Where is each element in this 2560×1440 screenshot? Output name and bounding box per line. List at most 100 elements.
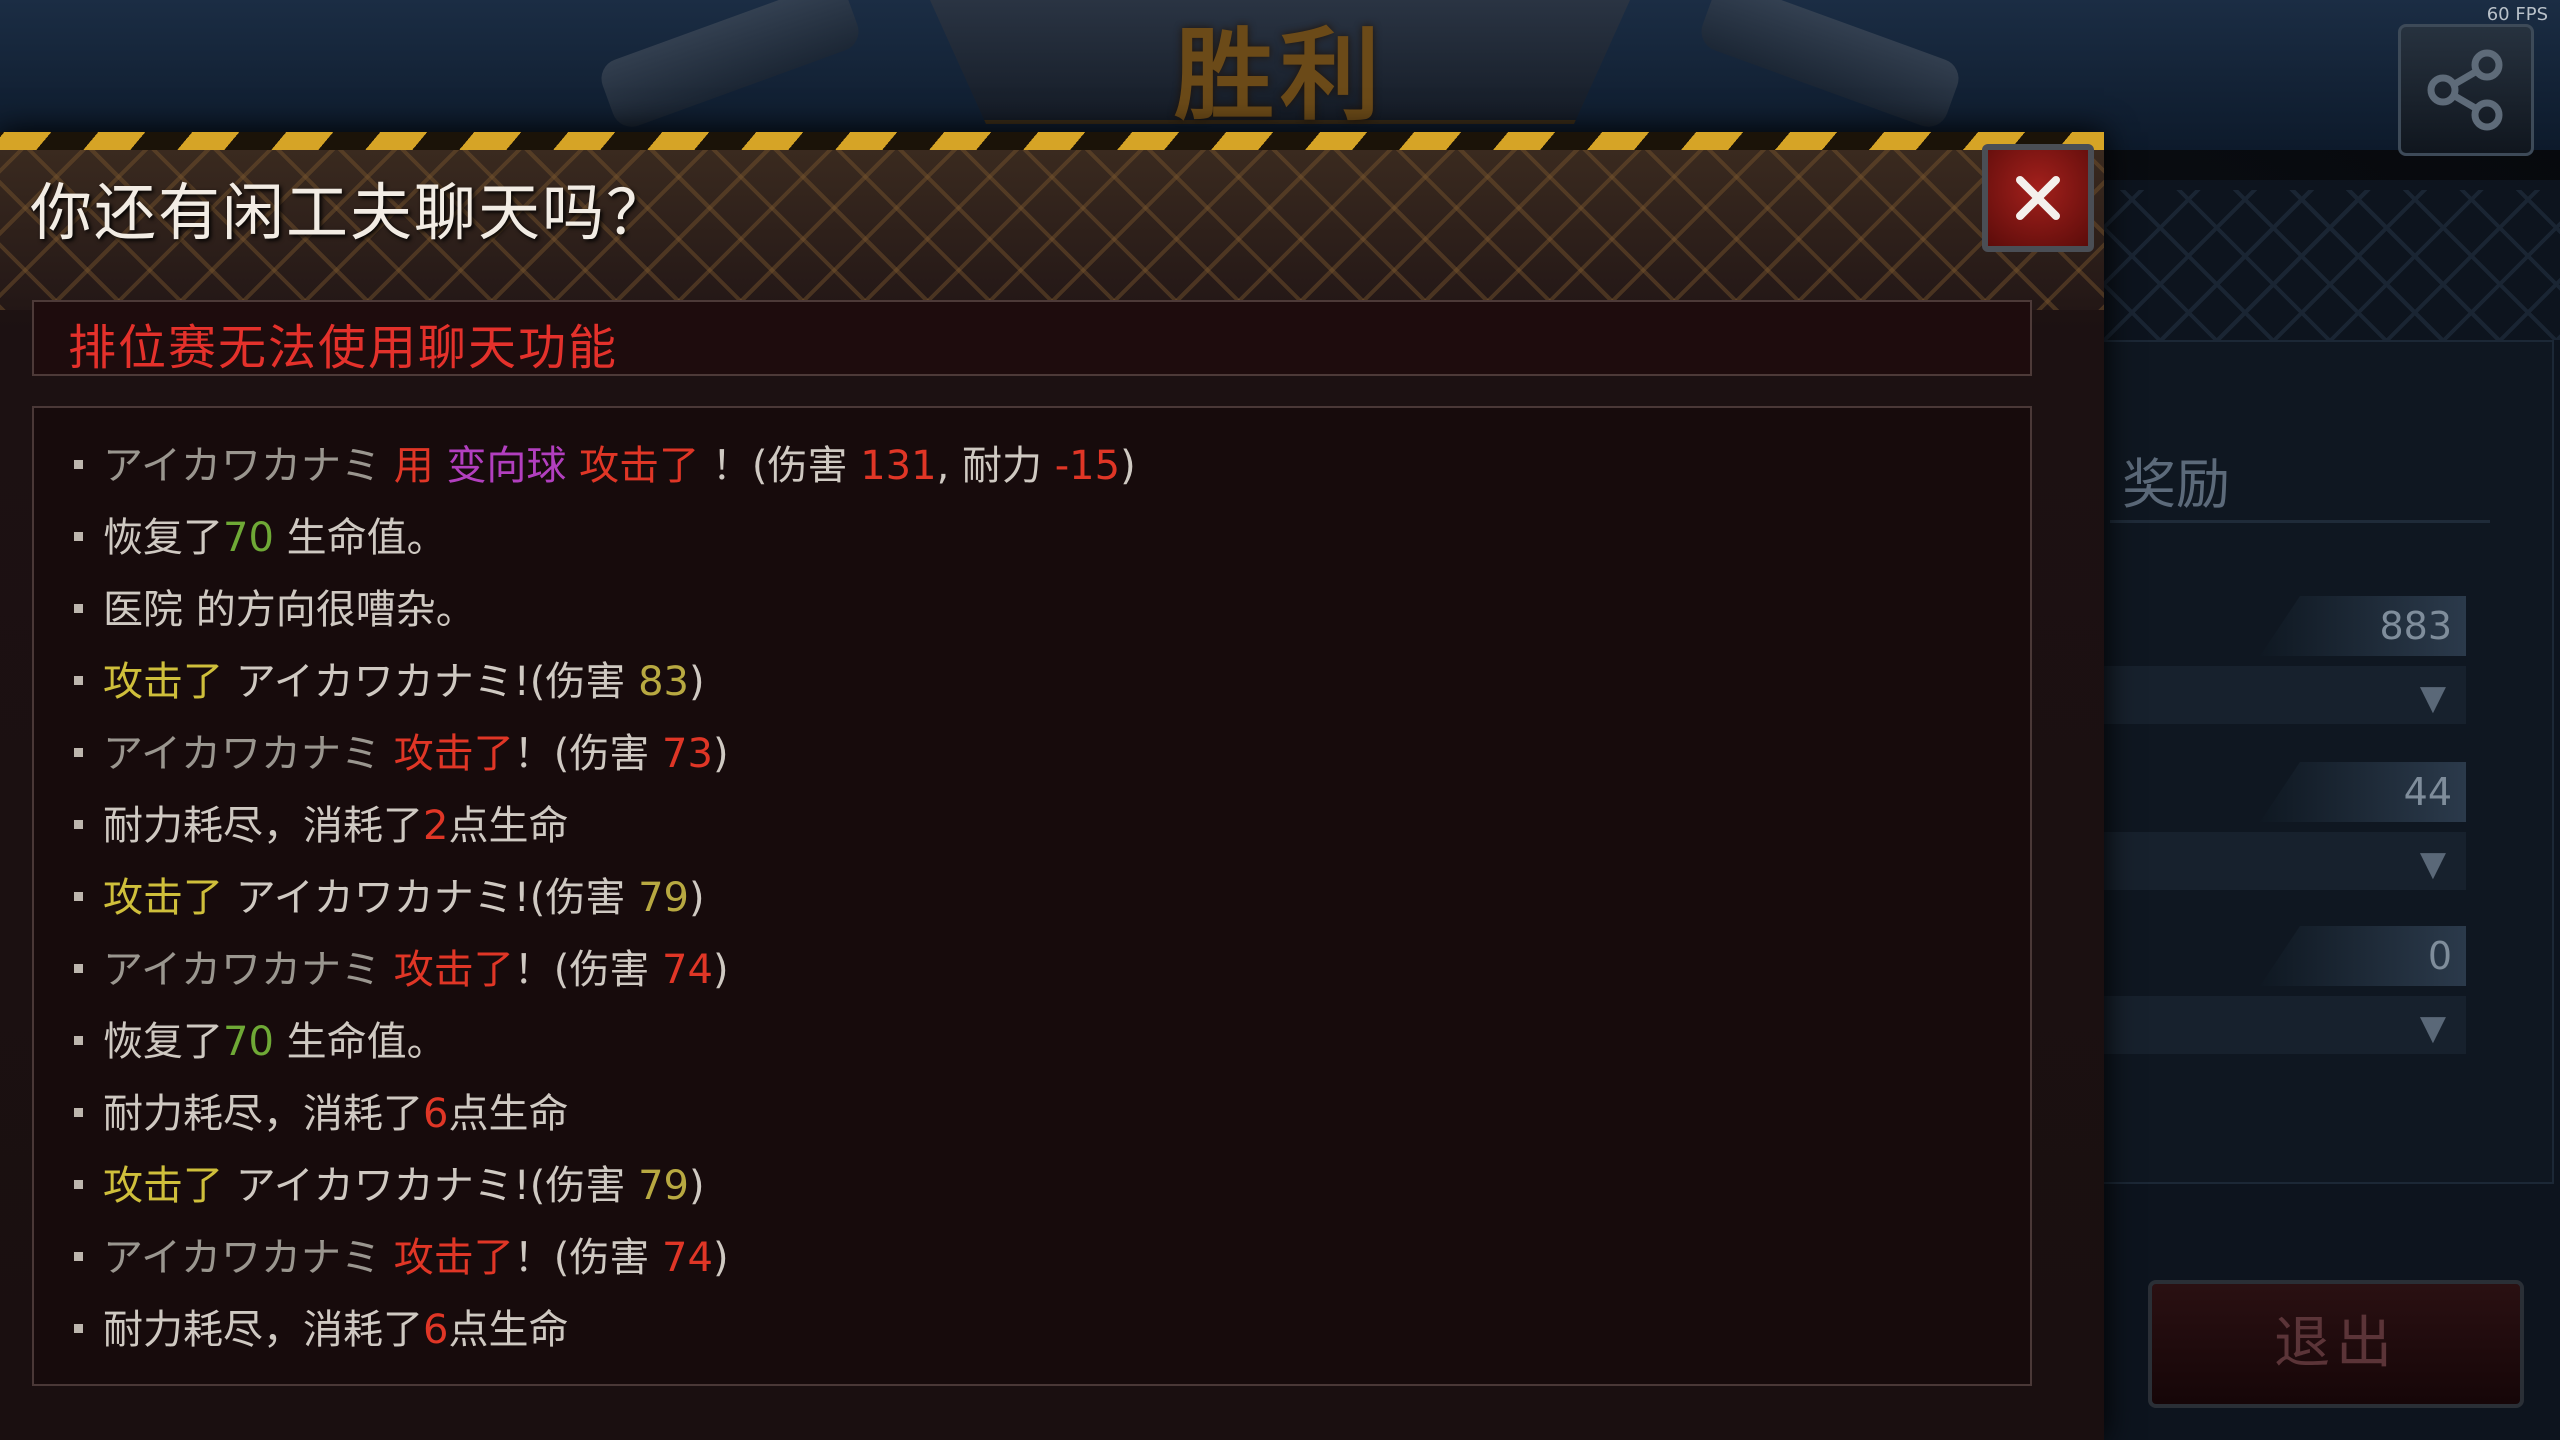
chat-modal: 你还有闲工夫聊天吗？ 排位赛无法使用聊天功能 アイカワカナミ 用 变向球 攻击了… bbox=[0, 132, 2104, 1440]
log-text: アイカワカナミ bbox=[103, 731, 381, 777]
log-line: 耐力耗尽，消耗了2点生命 bbox=[74, 790, 1136, 862]
bullet-icon bbox=[74, 1107, 83, 1117]
log-text: ！(伤害 bbox=[513, 1235, 663, 1281]
log-text: アイカワカナミ!(伤害 bbox=[223, 875, 639, 921]
log-text: 用 bbox=[393, 443, 447, 489]
log-text: 耐力耗尽，消耗了 bbox=[103, 1307, 423, 1353]
log-text: 攻击了 bbox=[103, 659, 223, 705]
log-text: 79 bbox=[638, 875, 689, 921]
log-text: ) bbox=[712, 1235, 729, 1281]
bullet-icon bbox=[74, 531, 83, 541]
log-line: 攻击了 アイカワカナミ!(伤害 79) bbox=[74, 1150, 1136, 1222]
log-text: 点生命 bbox=[448, 1091, 569, 1137]
log-text: 生命值。 bbox=[273, 1019, 447, 1065]
bullet-icon bbox=[74, 675, 83, 685]
log-line: 攻击了 アイカワカナミ!(伤害 83) bbox=[74, 646, 1136, 718]
modal-title: 你还有闲工夫聊天吗？ bbox=[30, 176, 671, 249]
log-line: 医院 的方向很嘈杂。 bbox=[74, 574, 1136, 646]
close-button[interactable] bbox=[1982, 144, 2094, 252]
log-text: -15 bbox=[1054, 443, 1121, 489]
bullet-icon bbox=[74, 1323, 83, 1333]
chat-disabled-notice: 排位赛无法使用聊天功能 bbox=[32, 300, 2032, 376]
bullet-icon bbox=[74, 1251, 83, 1261]
log-text: , 耐力 bbox=[936, 443, 1055, 489]
log-text: ) bbox=[688, 1163, 705, 1209]
log-text: 医院 的方向很嘈杂。 bbox=[103, 587, 476, 633]
log-line: 耐力耗尽，消耗了6点生命 bbox=[74, 1078, 1136, 1150]
exit-button[interactable]: 退出 bbox=[2148, 1280, 2524, 1408]
victory-title: 胜利 bbox=[1174, 16, 1386, 134]
bullet-icon bbox=[74, 603, 83, 613]
log-text: 攻击了 bbox=[393, 1235, 514, 1281]
log-text: アイカワカナミ!(伤害 bbox=[223, 659, 639, 705]
log-text: 耐力耗尽，消耗了 bbox=[103, 1091, 423, 1137]
log-text: 攻击了 bbox=[393, 947, 514, 993]
log-text: 攻击了 bbox=[103, 875, 223, 921]
bullet-icon bbox=[74, 1179, 83, 1189]
dropdown-arrow-icon: ▼ bbox=[2419, 844, 2446, 884]
bullet-icon bbox=[74, 891, 83, 901]
log-text: 点生命 bbox=[448, 1307, 569, 1353]
log-text: 6 bbox=[423, 1091, 449, 1137]
log-text: 点生命 bbox=[448, 803, 569, 849]
log-text: ) bbox=[1120, 443, 1136, 489]
log-text: 2 bbox=[423, 803, 449, 849]
log-text: ) bbox=[712, 731, 729, 777]
log-line: 攻击了 アイカワカナミ!(伤害 79) bbox=[74, 862, 1136, 934]
log-text: 攻击了 bbox=[393, 731, 514, 777]
log-text: ！(伤害 bbox=[699, 443, 861, 489]
bullet-icon bbox=[74, 747, 83, 757]
log-text: 攻击了 bbox=[103, 1163, 223, 1209]
log-text: 74 bbox=[662, 947, 713, 993]
share-button[interactable] bbox=[2398, 24, 2534, 156]
log-line: アイカワカナミ 用 变向球 攻击了 ！(伤害 131, 耐力 -15) bbox=[74, 430, 1136, 502]
log-line: アイカワカナミ 攻击了！(伤害 73) bbox=[74, 718, 1136, 790]
share-icon bbox=[2427, 49, 2503, 131]
reward-title: 奖励 bbox=[2122, 453, 2230, 516]
close-icon bbox=[2016, 176, 2060, 220]
reward-dropdown-3[interactable]: ▼ bbox=[2100, 996, 2466, 1054]
bullet-icon bbox=[74, 1035, 83, 1045]
log-text: 83 bbox=[638, 659, 689, 705]
log-line: 恢复了70 生命值。 bbox=[74, 502, 1136, 574]
log-text: 6 bbox=[423, 1307, 449, 1353]
log-line: アイカワカナミ 攻击了！(伤害 74) bbox=[74, 1222, 1136, 1294]
log-text: アイカワカナミ!(伤害 bbox=[223, 1163, 639, 1209]
log-text: 131 bbox=[860, 443, 937, 489]
log-text: 74 bbox=[662, 1235, 713, 1281]
notice-text: 排位赛无法使用聊天功能 bbox=[68, 320, 619, 376]
log-text: 变向球 bbox=[446, 443, 567, 489]
reward-dropdown-2[interactable]: ▼ bbox=[2100, 832, 2466, 890]
log-text: 73 bbox=[662, 731, 713, 777]
log-text: ！(伤害 bbox=[513, 947, 663, 993]
log-text: 70 bbox=[223, 515, 274, 561]
log-text: 生命值。 bbox=[273, 515, 447, 561]
dropdown-arrow-icon: ▼ bbox=[2419, 1008, 2446, 1048]
bullet-icon bbox=[74, 819, 83, 829]
log-line: アイカワカナミ 攻击了！(伤害 74) bbox=[74, 934, 1136, 1006]
log-text: 79 bbox=[638, 1163, 689, 1209]
dropdown-arrow-icon: ▼ bbox=[2419, 678, 2446, 718]
battle-log[interactable]: アイカワカナミ 用 变向球 攻击了 ！(伤害 131, 耐力 -15) 恢复了7… bbox=[32, 406, 2032, 1386]
log-text: アイカワカナミ bbox=[103, 947, 381, 993]
reward-divider bbox=[2110, 520, 2490, 523]
log-text: 攻击了 bbox=[566, 443, 700, 489]
log-text: ) bbox=[712, 947, 729, 993]
battle-log-list: アイカワカナミ 用 变向球 攻击了 ！(伤害 131, 耐力 -15) 恢复了7… bbox=[74, 430, 1136, 1366]
log-line: 恢复了70 生命值。 bbox=[74, 1006, 1136, 1078]
hazard-stripe bbox=[0, 132, 2104, 150]
log-text: ) bbox=[688, 875, 705, 921]
log-line: 耐力耗尽，消耗了6点生命 bbox=[74, 1294, 1136, 1366]
log-text: ！(伤害 bbox=[513, 731, 663, 777]
fence-decoration bbox=[2100, 190, 2560, 340]
log-text: アイカワカナミ bbox=[103, 1235, 381, 1281]
reward-dropdown-1[interactable]: ▼ bbox=[2100, 666, 2466, 724]
fps-counter: 60 FPS bbox=[2486, 4, 2548, 25]
log-text: 恢复了 bbox=[103, 515, 223, 561]
log-text: アイカワカナミ bbox=[103, 443, 381, 489]
log-text: 耐力耗尽，消耗了 bbox=[103, 803, 423, 849]
